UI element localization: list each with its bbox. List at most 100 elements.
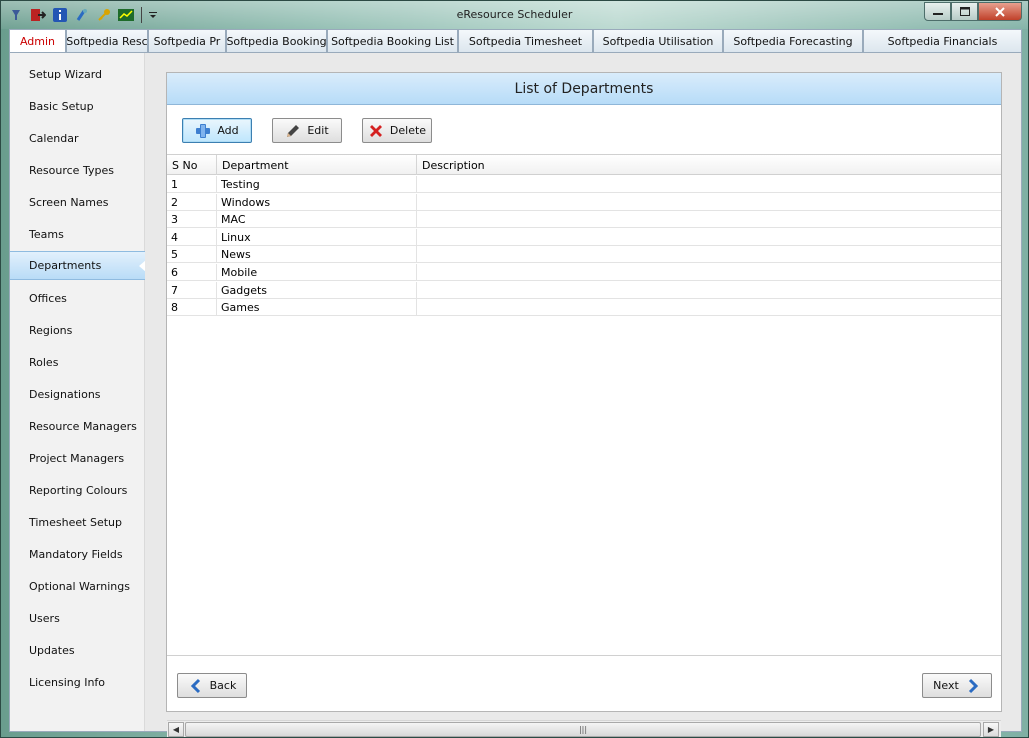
sidebar-item-optional-warnings[interactable]: Optional Warnings (10, 572, 145, 600)
pencil-icon (285, 123, 301, 139)
add-icon (195, 123, 211, 139)
module-tabs: Admin Softpedia Resc Softpedia Pr Softpe… (9, 29, 1022, 52)
table-row[interactable]: 5 News (167, 246, 1001, 263)
back-button[interactable]: Back (177, 673, 247, 698)
table-row[interactable]: 6 Mobile (167, 264, 1001, 281)
tab-admin[interactable]: Admin (9, 29, 66, 52)
tab-softpedia-booking[interactable]: Softpedia Booking (226, 29, 327, 52)
cell-sno: 2 (167, 194, 217, 211)
cell-description (417, 211, 1001, 228)
sidebar-item-offices[interactable]: Offices (10, 284, 145, 312)
sidebar-item-basic-setup[interactable]: Basic Setup (10, 92, 145, 120)
cell-department: Testing (217, 176, 417, 193)
departments-table: S No Department Description 1 Testing 2 … (167, 154, 1001, 737)
sidebar-item-mandatory-fields[interactable]: Mandatory Fields (10, 540, 145, 568)
window-title: eResource Scheduler (456, 8, 573, 21)
app-window: eResource Scheduler Admin Softpedia Resc… (0, 0, 1029, 738)
column-header-description[interactable]: Description (417, 155, 1001, 175)
main-content: List of Departments Add Edit Delete S No… (145, 53, 1021, 737)
cell-description (417, 229, 1001, 246)
cell-description (417, 246, 1001, 263)
maximize-button[interactable] (951, 2, 978, 21)
delete-button-label: Delete (389, 124, 427, 137)
sidebar-item-regions[interactable]: Regions (10, 316, 145, 344)
sidebar-item-project-managers[interactable]: Project Managers (10, 444, 145, 472)
table-row[interactable]: 7 Gadgets (167, 282, 1001, 299)
cell-description (417, 264, 1001, 281)
next-button-label: Next (933, 679, 959, 692)
cell-description (417, 299, 1001, 316)
cell-sno: 8 (167, 299, 217, 316)
scroll-left-icon[interactable]: ◀ (168, 722, 184, 737)
tab-softpedia-financials[interactable]: Softpedia Financials (863, 29, 1022, 52)
cell-sno: 1 (167, 176, 217, 193)
cell-department: MAC (217, 211, 417, 228)
cell-sno: 5 (167, 246, 217, 263)
table-row[interactable]: 2 Windows (167, 194, 1001, 211)
close-button[interactable] (978, 2, 1022, 21)
delete-button[interactable]: Delete (362, 118, 432, 143)
edit-button[interactable]: Edit (272, 118, 342, 143)
sidebar-item-label: Departments (29, 259, 102, 272)
sidebar-item-timesheet-setup[interactable]: Timesheet Setup (10, 508, 145, 536)
cell-department: Windows (217, 194, 417, 211)
sidebar-item-updates[interactable]: Updates (10, 636, 145, 664)
cell-description (417, 282, 1001, 299)
sidebar-item-licensing-info[interactable]: Licensing Info (10, 668, 145, 696)
column-header-department[interactable]: Department (217, 155, 417, 175)
edit-button-label: Edit (307, 124, 329, 137)
sidebar-item-users[interactable]: Users (10, 604, 145, 632)
minimize-button[interactable] (924, 2, 951, 21)
tab-softpedia-pr[interactable]: Softpedia Pr (148, 29, 226, 52)
cell-description (417, 176, 1001, 193)
next-button[interactable]: Next (922, 673, 992, 698)
cell-sno: 7 (167, 282, 217, 299)
chevron-right-icon (965, 678, 981, 694)
departments-panel: List of Departments Add Edit Delete S No… (166, 72, 1002, 737)
table-header: S No Department Description (167, 155, 1001, 175)
footer-divider (167, 655, 1001, 656)
sidebar-item-departments[interactable]: Departments (10, 251, 146, 280)
client-area: Setup Wizard Basic Setup Calendar Resour… (9, 52, 1022, 737)
cell-department: Mobile (217, 264, 417, 281)
sidebar-item-calendar[interactable]: Calendar (10, 124, 145, 152)
sidebar-item-roles[interactable]: Roles (10, 348, 145, 376)
panel-header: List of Departments (167, 73, 1001, 105)
sidebar-item-teams[interactable]: Teams (10, 220, 145, 248)
tab-softpedia-timesheet[interactable]: Softpedia Timesheet (458, 29, 593, 52)
scroll-right-icon[interactable]: ▶ (983, 722, 999, 737)
sidebar-item-screen-names[interactable]: Screen Names (10, 188, 145, 216)
cell-department: Linux (217, 229, 417, 246)
tab-softpedia-booking-list[interactable]: Softpedia Booking List (327, 29, 458, 52)
table-row[interactable]: 3 MAC (167, 211, 1001, 228)
chevron-left-icon (188, 678, 204, 694)
cell-description (417, 194, 1001, 211)
cell-sno: 6 (167, 264, 217, 281)
tab-softpedia-utilisation[interactable]: Softpedia Utilisation (593, 29, 723, 52)
table-row[interactable]: 1 Testing (167, 176, 1001, 193)
sidebar-item-setup-wizard[interactable]: Setup Wizard (10, 60, 145, 88)
add-button-label: Add (217, 124, 239, 137)
column-header-sno[interactable]: S No (167, 155, 217, 175)
window-controls (924, 2, 1022, 21)
table-row[interactable]: 8 Games (167, 299, 1001, 316)
sidebar-item-designations[interactable]: Designations (10, 380, 145, 408)
title-bar: eResource Scheduler (1, 1, 1028, 29)
tab-softpedia-forecasting[interactable]: Softpedia Forecasting (723, 29, 863, 52)
horizontal-scrollbar[interactable]: ◀ ||| ▶ (167, 720, 1001, 737)
delete-icon (368, 123, 384, 139)
cell-sno: 3 (167, 211, 217, 228)
tab-softpedia-resc[interactable]: Softpedia Resc (66, 29, 148, 52)
sidebar-item-reporting-colours[interactable]: Reporting Colours (10, 476, 145, 504)
scrollbar-thumb[interactable]: ||| (185, 722, 981, 737)
cell-sno: 4 (167, 229, 217, 246)
sidebar-item-resource-managers[interactable]: Resource Managers (10, 412, 145, 440)
add-button[interactable]: Add (182, 118, 252, 143)
back-button-label: Back (209, 679, 237, 692)
sidebar-item-resource-types[interactable]: Resource Types (10, 156, 145, 184)
page-title: List of Departments (514, 80, 654, 97)
cell-department: Gadgets (217, 282, 417, 299)
cell-department: News (217, 246, 417, 263)
table-row[interactable]: 4 Linux (167, 229, 1001, 246)
cell-department: Games (217, 299, 417, 316)
